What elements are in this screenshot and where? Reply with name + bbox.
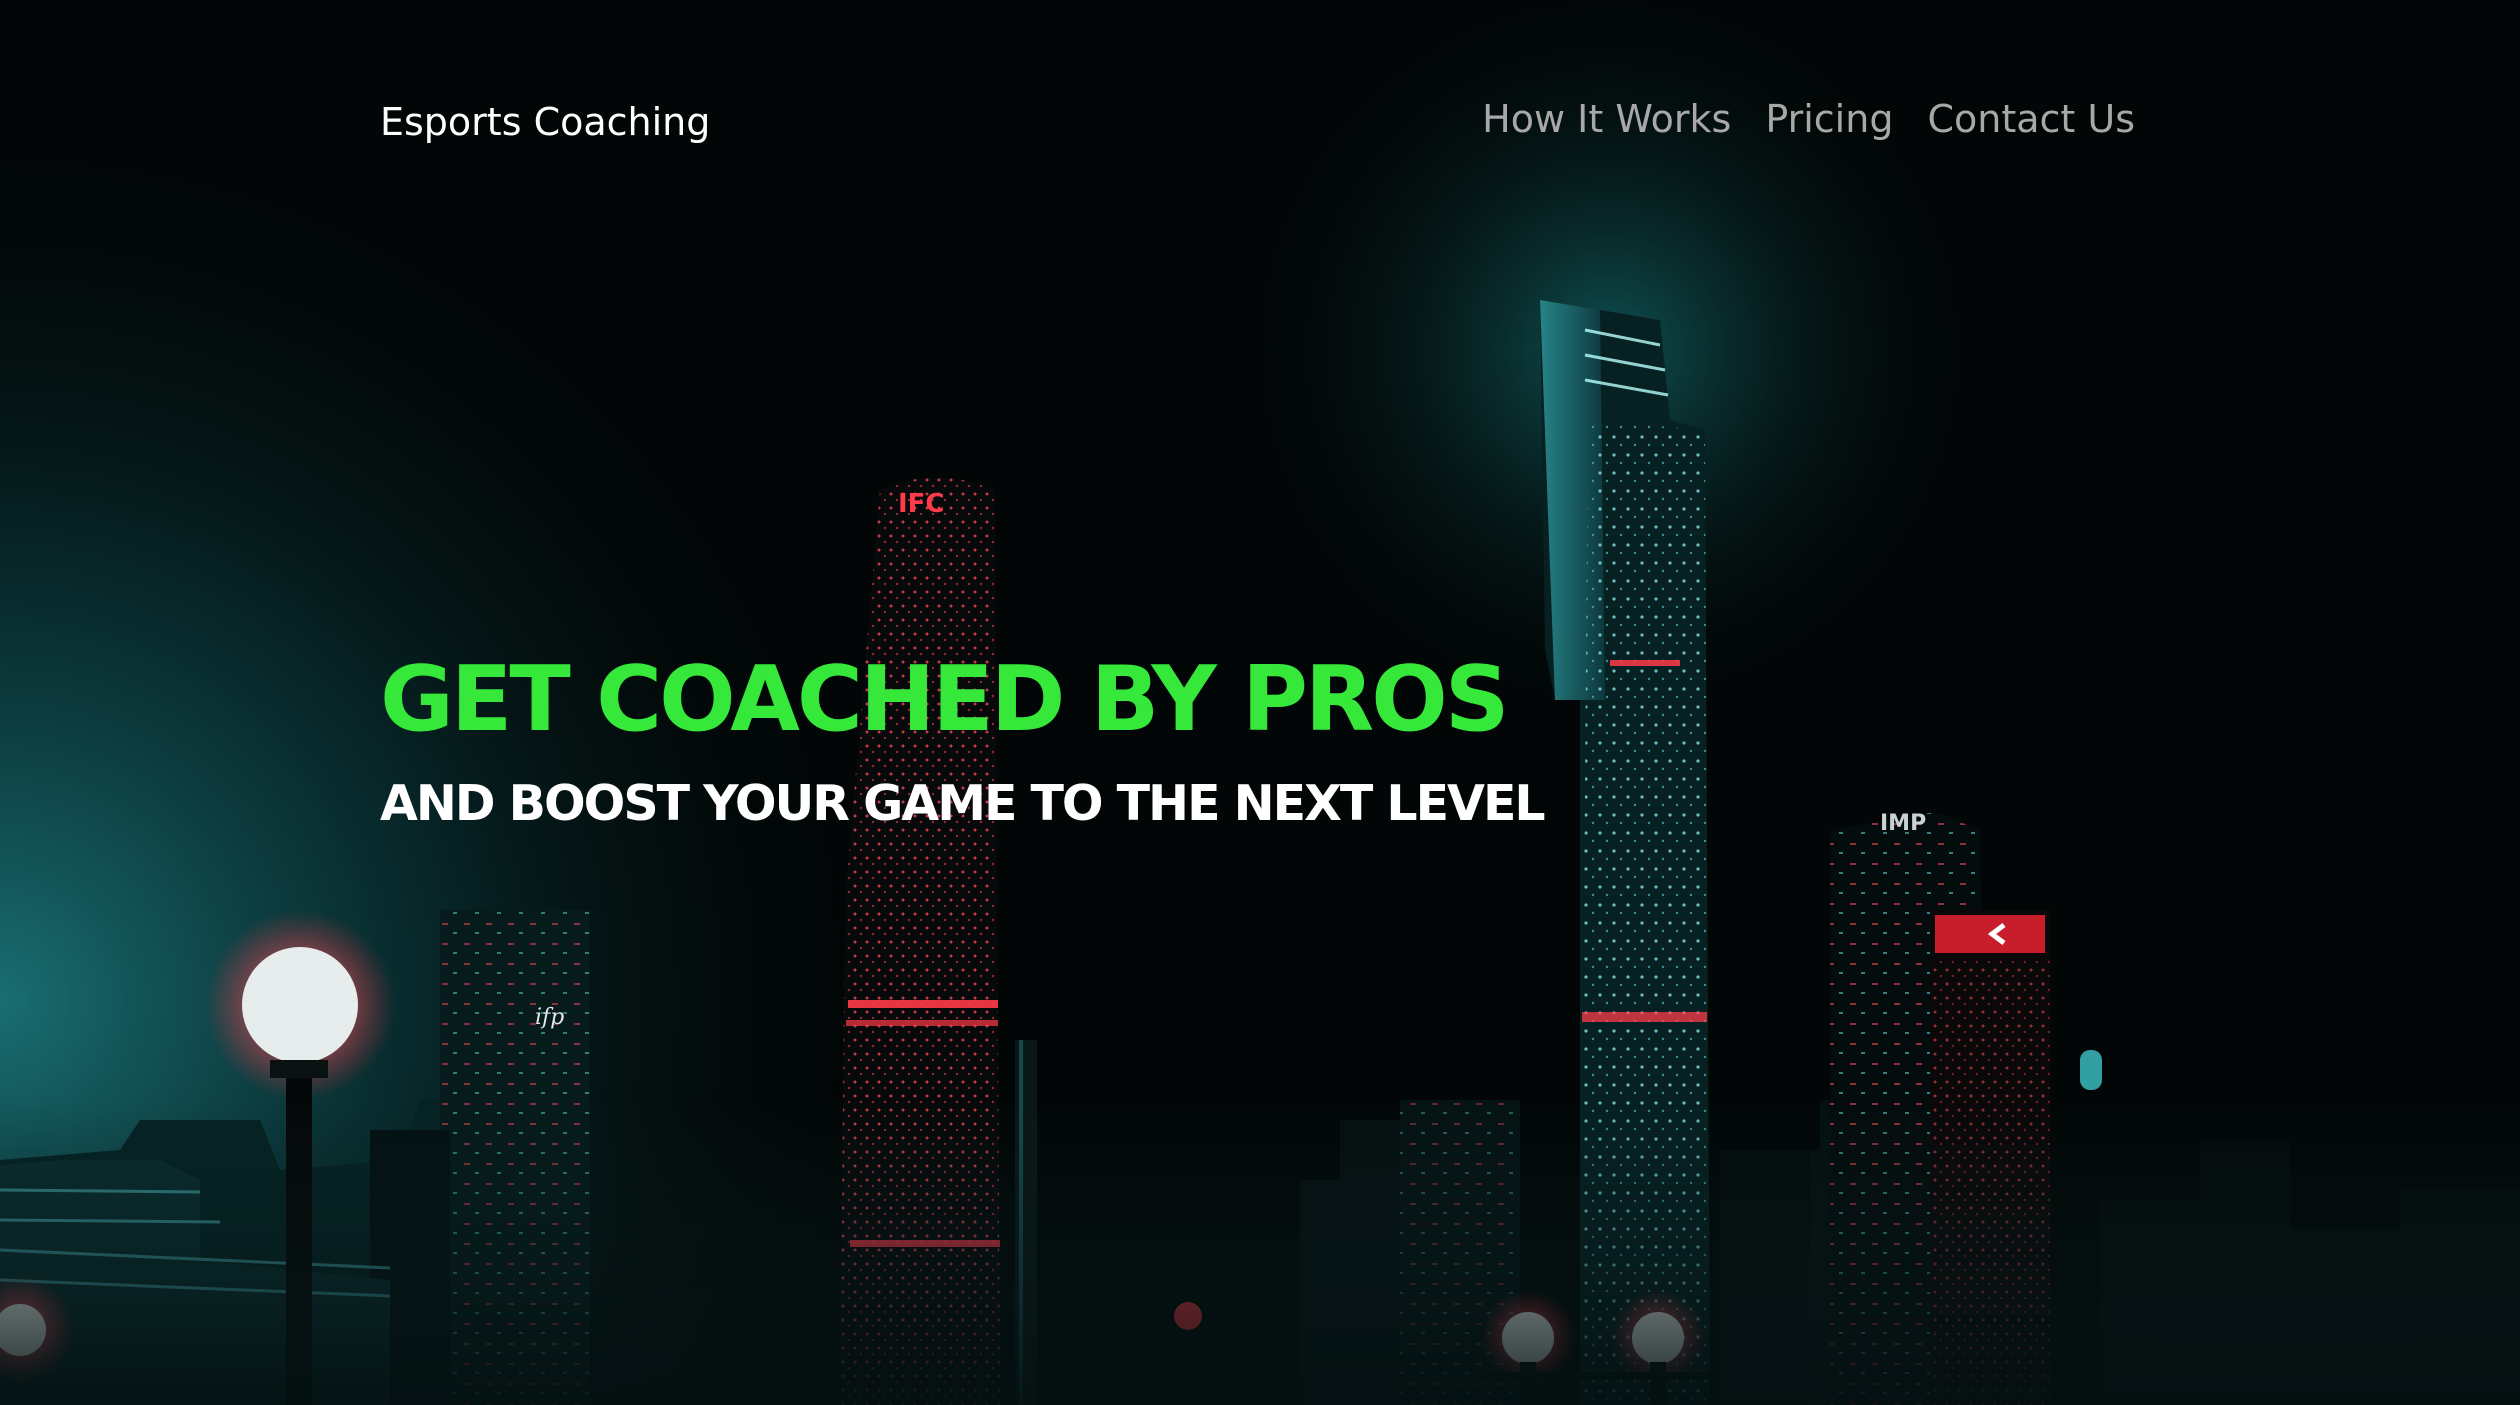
- building-sign-ifp: ifp: [535, 1005, 564, 1030]
- building-sign-imp: IMP: [1880, 811, 1926, 836]
- nav-link-contact-us[interactable]: Contact Us: [1927, 100, 2135, 138]
- brand-logo-link[interactable]: Esports Coaching: [380, 100, 710, 144]
- landing-page: ifp IFC IMP Esports Coaching How It Work…: [0, 0, 2520, 1405]
- main-nav: How It Works Pricing Contact Us: [1482, 100, 2135, 138]
- nav-link-how-it-works[interactable]: How It Works: [1482, 100, 1731, 138]
- hero-subtitle: AND BOOST YOUR GAME TO THE NEXT LEVEL: [380, 775, 1546, 832]
- site-header: Esports Coaching How It Works Pricing Co…: [380, 92, 2135, 162]
- nav-link-pricing[interactable]: Pricing: [1765, 100, 1893, 138]
- hero-section: GET COACHED BY PROS AND BOOST YOUR GAME …: [380, 647, 1780, 832]
- hero-title: GET COACHED BY PROS: [380, 647, 1510, 752]
- building-sign-ifc: IFC: [898, 489, 945, 519]
